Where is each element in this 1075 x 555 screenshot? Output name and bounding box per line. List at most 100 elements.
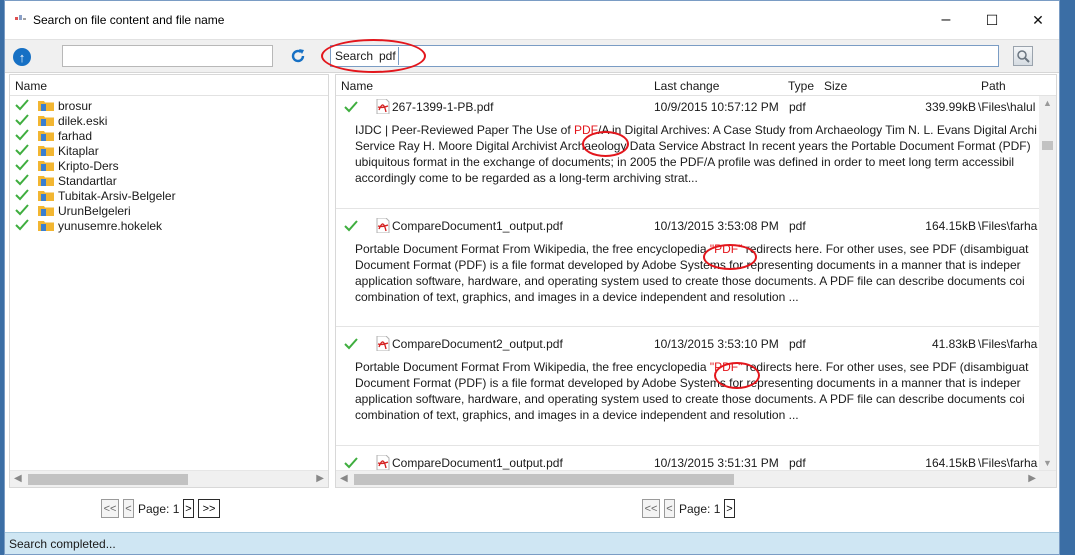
- folder-item[interactable]: Kitaplar: [10, 143, 328, 158]
- snippet-line: application software, hardware, and oper…: [355, 274, 1025, 288]
- last-change: 10/13/2015 3:51:31 PM: [654, 456, 779, 470]
- prev-page-button[interactable]: <: [664, 499, 675, 518]
- check-icon[interactable]: [15, 159, 29, 171]
- folder-item[interactable]: Tubitak-Arsiv-Belgeler: [10, 188, 328, 203]
- last-change: 10/13/2015 3:53:08 PM: [654, 219, 779, 233]
- folder-tree-header: Name: [10, 75, 328, 96]
- check-icon[interactable]: [344, 338, 358, 350]
- snippet-line: accordingly come to be regarded as a lon…: [355, 171, 698, 185]
- file-path: \Files\farha: [978, 337, 1038, 351]
- horizontal-scrollbar[interactable]: ◀ ▶: [336, 470, 1056, 487]
- refresh-icon[interactable]: [289, 47, 307, 65]
- folder-icon: [38, 220, 54, 231]
- folder-item[interactable]: farhad: [10, 128, 328, 143]
- check-icon[interactable]: [15, 219, 29, 231]
- check-icon[interactable]: [344, 101, 358, 113]
- close-button[interactable]: ✕: [1015, 1, 1061, 39]
- column-header-size[interactable]: Size: [824, 79, 847, 93]
- check-icon[interactable]: [15, 204, 29, 216]
- result-item[interactable]: CompareDocument1_output.pdf 10/13/2015 3:…: [336, 215, 1040, 327]
- last-change: 10/9/2015 10:57:12 PM: [654, 100, 779, 114]
- vertical-scrollbar[interactable]: ▲ ▼: [1039, 96, 1056, 470]
- status-bar: Search completed...: [5, 532, 1059, 554]
- pdf-file-icon: [376, 98, 390, 115]
- folder-label: brosur: [58, 99, 93, 113]
- file-name: 267-1399-1-PB.pdf: [392, 100, 494, 114]
- search-button[interactable]: [1013, 46, 1033, 66]
- file-size: 164.15kB: [925, 219, 976, 233]
- folder-label: yunusemre.hokelek: [58, 219, 163, 233]
- app-window: Search on file content and file name – ☐…: [4, 0, 1060, 555]
- check-icon[interactable]: [344, 220, 358, 232]
- file-type: pdf: [789, 100, 806, 114]
- horizontal-scrollbar[interactable]: ◀ ▶: [10, 470, 328, 487]
- folder-item[interactable]: UrunBelgeleri: [10, 203, 328, 218]
- pdf-file-icon: [376, 217, 390, 234]
- snippet-line: IJDC | Peer-Reviewed Paper The Use of PD…: [355, 123, 1037, 137]
- result-item[interactable]: CompareDocument2_output.pdf 10/13/2015 3:…: [336, 333, 1040, 446]
- results-pane: Name Last change Type Size Path 267-1399…: [335, 74, 1057, 488]
- last-page-button[interactable]: >>: [198, 499, 220, 518]
- check-icon[interactable]: [15, 189, 29, 201]
- snippet-line: Portable Document Format From Wikipedia,…: [355, 360, 1029, 374]
- check-icon[interactable]: [15, 174, 29, 186]
- next-page-button[interactable]: >: [183, 499, 194, 518]
- pdf-file-icon: [376, 454, 390, 471]
- column-header-last-change[interactable]: Last change: [654, 79, 719, 93]
- check-icon[interactable]: [15, 129, 29, 141]
- path-input[interactable]: [62, 45, 273, 67]
- snippet-line: combination of text, graphics, and image…: [355, 408, 799, 422]
- folder-icon: [38, 100, 54, 111]
- folder-label: Tubitak-Arsiv-Belgeler: [58, 189, 176, 203]
- result-item[interactable]: 267-1399-1-PB.pdf 10/9/2015 10:57:12 PM pd…: [336, 96, 1040, 209]
- column-header-name[interactable]: Name: [15, 79, 47, 93]
- search-hit: "PDF": [709, 360, 743, 374]
- file-type: pdf: [789, 456, 806, 470]
- search-field[interactable]: Search pdf: [330, 45, 999, 67]
- folder-list: brosur dilek.eski farhad Kitaplar Kripto-Der…: [10, 96, 328, 233]
- folder-label: dilek.eski: [58, 114, 108, 128]
- result-snippet: Portable Document Format From Wikipedia,…: [355, 241, 1040, 305]
- up-arrow-icon[interactable]: ↑: [13, 48, 31, 66]
- folder-item[interactable]: yunusemre.hokelek: [10, 218, 328, 233]
- result-row[interactable]: 267-1399-1-PB.pdf 10/9/2015 10:57:12 PM pd…: [336, 96, 1040, 116]
- result-row[interactable]: CompareDocument1_output.pdf 10/13/2015 3:…: [336, 452, 1040, 472]
- result-row[interactable]: CompareDocument2_output.pdf 10/13/2015 3:…: [336, 333, 1040, 353]
- prev-page-button[interactable]: <: [123, 499, 134, 518]
- result-row[interactable]: CompareDocument1_output.pdf 10/13/2015 3:…: [336, 215, 1040, 235]
- maximize-button[interactable]: ☐: [969, 1, 1015, 39]
- search-input[interactable]: pdf: [377, 47, 399, 65]
- folder-item[interactable]: Kripto-Ders: [10, 158, 328, 173]
- column-header-path[interactable]: Path: [981, 79, 1006, 93]
- check-icon[interactable]: [15, 114, 29, 126]
- folder-item[interactable]: Standartlar: [10, 173, 328, 188]
- snippet-line: combination of text, graphics, and image…: [355, 290, 799, 304]
- file-type: pdf: [789, 337, 806, 351]
- title-bar: Search on file content and file name – ☐…: [5, 1, 1059, 39]
- first-page-button[interactable]: <<: [101, 499, 119, 518]
- result-snippet: Portable Document Format From Wikipedia,…: [355, 359, 1040, 423]
- toolbar: ↑ Search pdf: [5, 39, 1059, 73]
- result-snippet: IJDC | Peer-Reviewed Paper The Use of PD…: [355, 122, 1040, 186]
- folder-icon: [38, 145, 54, 156]
- column-header-type[interactable]: Type: [788, 79, 814, 93]
- folder-item[interactable]: dilek.eski: [10, 113, 328, 128]
- check-icon[interactable]: [344, 457, 358, 469]
- folder-label: farhad: [58, 129, 93, 143]
- magnifier-icon: [1017, 50, 1030, 63]
- status-text: Search completed...: [9, 537, 116, 551]
- check-icon[interactable]: [15, 99, 29, 111]
- check-icon[interactable]: [15, 144, 29, 156]
- minimize-button[interactable]: –: [923, 1, 969, 39]
- snippet-line: Document Format (PDF) is a file format d…: [355, 258, 1021, 272]
- window-title: Search on file content and file name: [33, 13, 225, 27]
- snippet-line: Portable Document Format From Wikipedia,…: [355, 242, 1029, 256]
- snippet-line: Document Format (PDF) is a file format d…: [355, 376, 1021, 390]
- first-page-button[interactable]: <<: [642, 499, 660, 518]
- folder-item[interactable]: brosur: [10, 98, 328, 113]
- next-page-button[interactable]: >: [724, 499, 735, 518]
- column-header-name[interactable]: Name: [341, 79, 373, 93]
- folder-icon: [38, 205, 54, 216]
- file-size: 339.99kB: [925, 100, 976, 114]
- file-size: 164.15kB: [925, 456, 976, 470]
